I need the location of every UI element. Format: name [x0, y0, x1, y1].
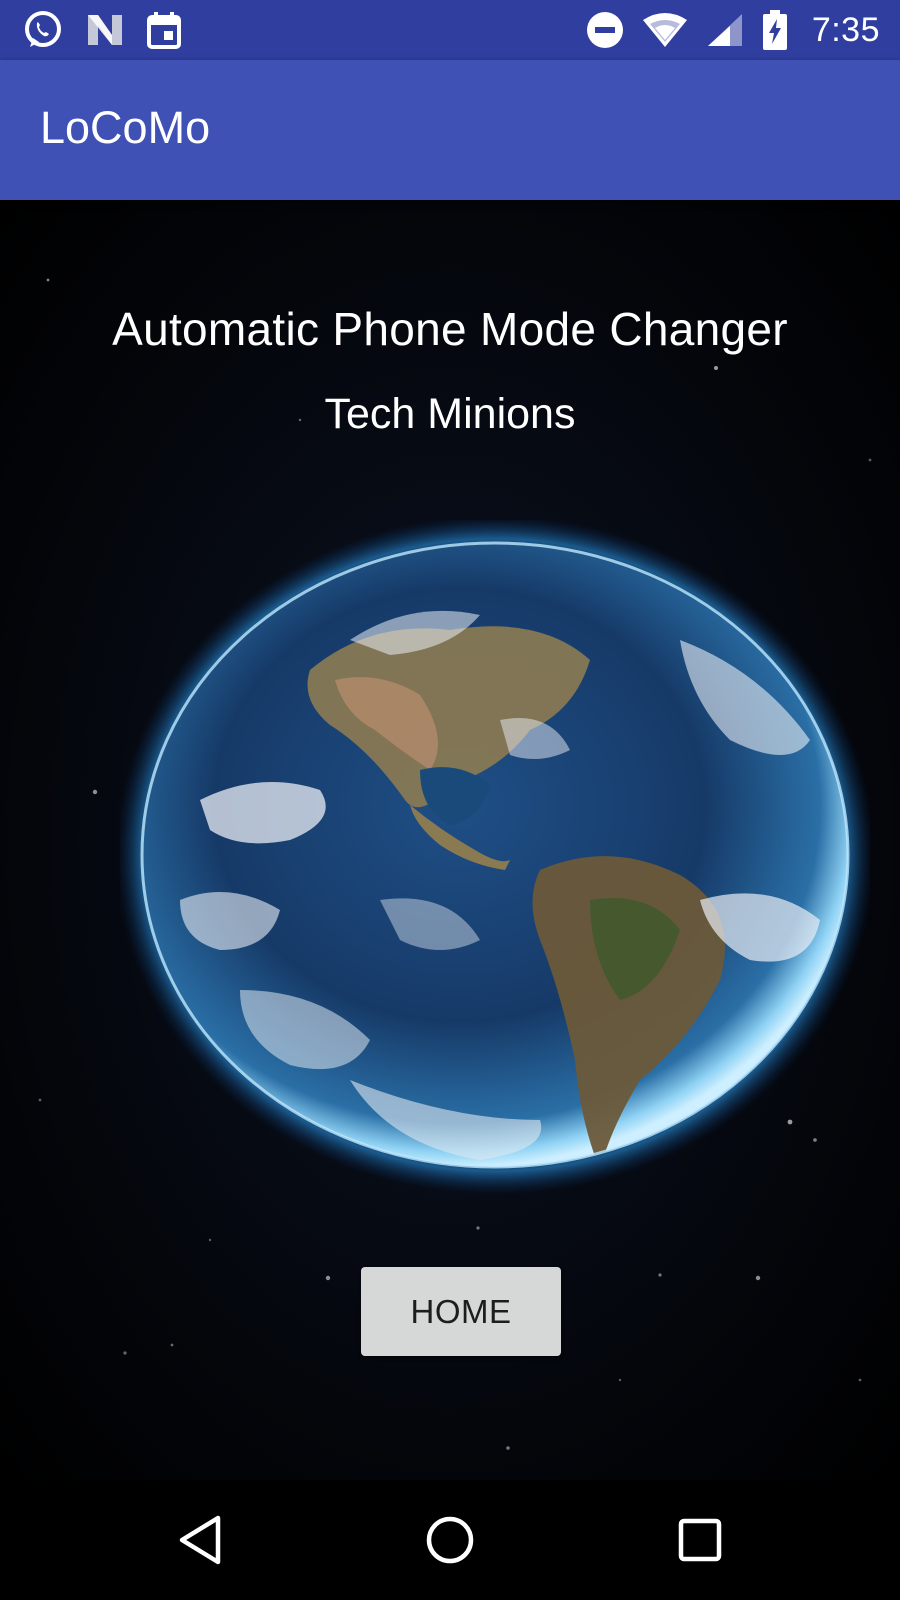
cell-signal-icon — [706, 12, 744, 48]
status-right-icons: 7:35 — [586, 0, 880, 60]
team-name: Tech Minions — [324, 390, 576, 438]
app-headline: Automatic Phone Mode Changer — [112, 303, 788, 355]
home-button[interactable]: HOME — [361, 1267, 561, 1356]
status-left-icons — [22, 0, 182, 60]
home-icon[interactable] — [420, 1510, 480, 1570]
wifi-icon — [642, 12, 688, 48]
status-bar: 7:35 — [0, 0, 900, 60]
earth-globe-image — [120, 520, 870, 1195]
battery-charging-icon — [762, 10, 788, 50]
back-icon[interactable] — [170, 1510, 230, 1570]
do-not-disturb-icon — [586, 11, 624, 49]
recents-icon[interactable] — [670, 1510, 730, 1570]
app-bar: LoCoMo — [0, 60, 900, 200]
status-clock: 7:35 — [811, 10, 880, 49]
calendar-icon — [146, 11, 182, 49]
n-notification-icon — [86, 13, 124, 47]
app-screen: 7:35 LoCoMo Automatic Phone Mode Changer… — [0, 0, 900, 1600]
main-content: Automatic Phone Mode Changer Tech Minion… — [0, 200, 900, 1480]
whatsapp-icon — [22, 9, 64, 51]
navigation-bar — [0, 1480, 900, 1600]
app-title: LoCoMo — [40, 102, 211, 153]
